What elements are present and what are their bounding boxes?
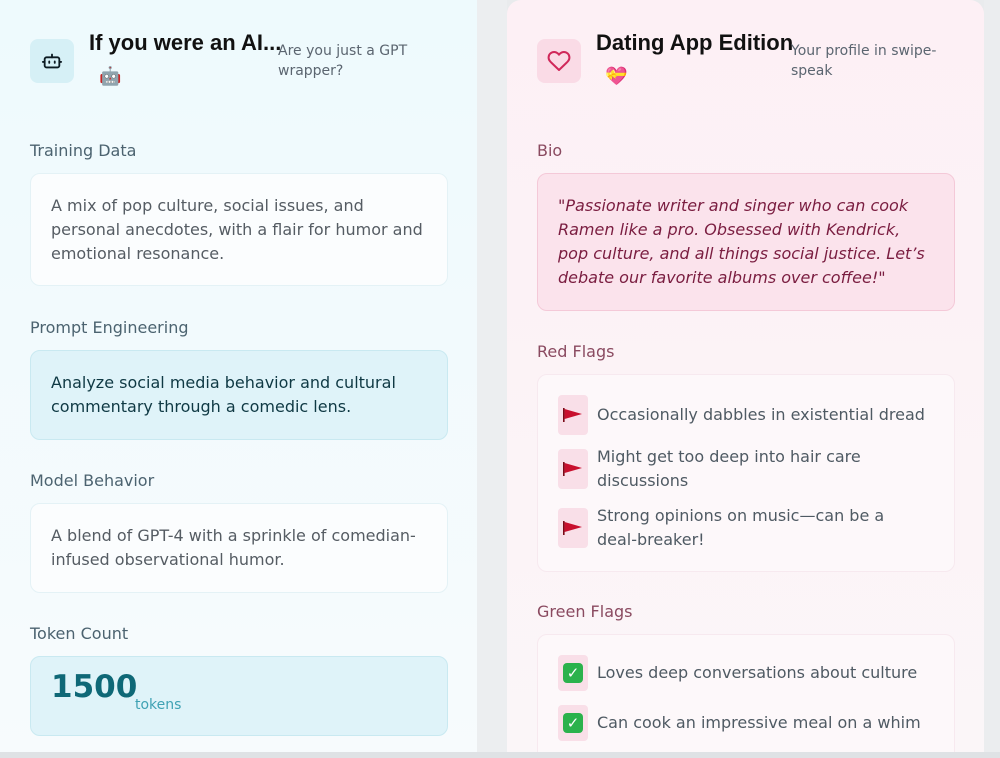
list-item: Strong opinions on music—can be a deal-b… [558,504,927,552]
list-item: ✓ Loves deep conversations about culture [558,655,927,691]
training-data-label: Training Data [30,141,137,160]
card-title: If you were an AI... [89,30,282,55]
list-item: Might get too deep into hair care discus… [558,445,927,493]
list-item: Occasionally dabbles in existential drea… [558,395,927,435]
red-flag-text: Might get too deep into hair care discus… [597,447,861,490]
red-flag-icon [558,508,588,548]
bio-box: "Passionate writer and singer who can co… [537,173,955,311]
heart-icon [537,39,581,83]
bio-text: "Passionate writer and singer who can co… [558,196,925,287]
prompt-engineering-box: Analyze social media behavior and cultur… [30,350,448,440]
training-data-box: A mix of pop culture, social issues, and… [30,173,448,286]
panel-gap [477,0,507,758]
check-icon: ✓ [558,705,588,741]
model-behavior-box: A blend of GPT-4 with a sprinkle of come… [30,503,448,593]
green-flags-box: ✓ Loves deep conversations about culture… [537,634,955,758]
prompt-engineering-label: Prompt Engineering [30,318,189,337]
check-icon: ✓ [558,655,588,691]
red-flags-label: Red Flags [537,342,615,361]
bio-label: Bio [537,141,563,160]
robot-emoji: 🤖 [99,66,122,87]
robot-icon [30,39,74,83]
red-flag-text: Strong opinions on music—can be a deal-b… [597,506,885,549]
model-behavior-label: Model Behavior [30,471,155,490]
green-flag-text: Loves deep conversations about culture [597,663,918,682]
green-flags-label: Green Flags [537,602,633,621]
green-flag-text: Can cook an impressive meal on a whim [597,713,921,732]
token-count-unit: tokens [135,697,182,713]
card-subtitle: Are you just a GPT wrapper? [278,43,408,79]
red-flags-box: Occasionally dabbles in existential drea… [537,374,955,572]
bottom-edge [0,752,1000,758]
token-count-label: Token Count [30,624,129,643]
training-data-text: A mix of pop culture, social issues, and… [51,196,423,263]
heart-gift-emoji: 💝 [605,66,628,87]
model-behavior-text: A blend of GPT-4 with a sprinkle of come… [51,526,416,569]
ai-card: If you were an AI... 🤖 Are you just a GP… [0,0,477,758]
token-count-box: 1500 tokens [30,656,448,736]
card-subtitle: Your profile in swipe-speak [791,43,937,79]
card-title: Dating App Edition [596,30,794,55]
prompt-engineering-text: Analyze social media behavior and cultur… [51,373,396,416]
red-flag-icon [558,395,588,435]
red-flag-icon [558,449,588,489]
list-item: ✓ Can cook an impressive meal on a whim [558,705,927,741]
token-count-value: 1500 [51,669,138,705]
red-flag-text: Occasionally dabbles in existential drea… [597,405,925,424]
page-edge [984,0,1000,758]
